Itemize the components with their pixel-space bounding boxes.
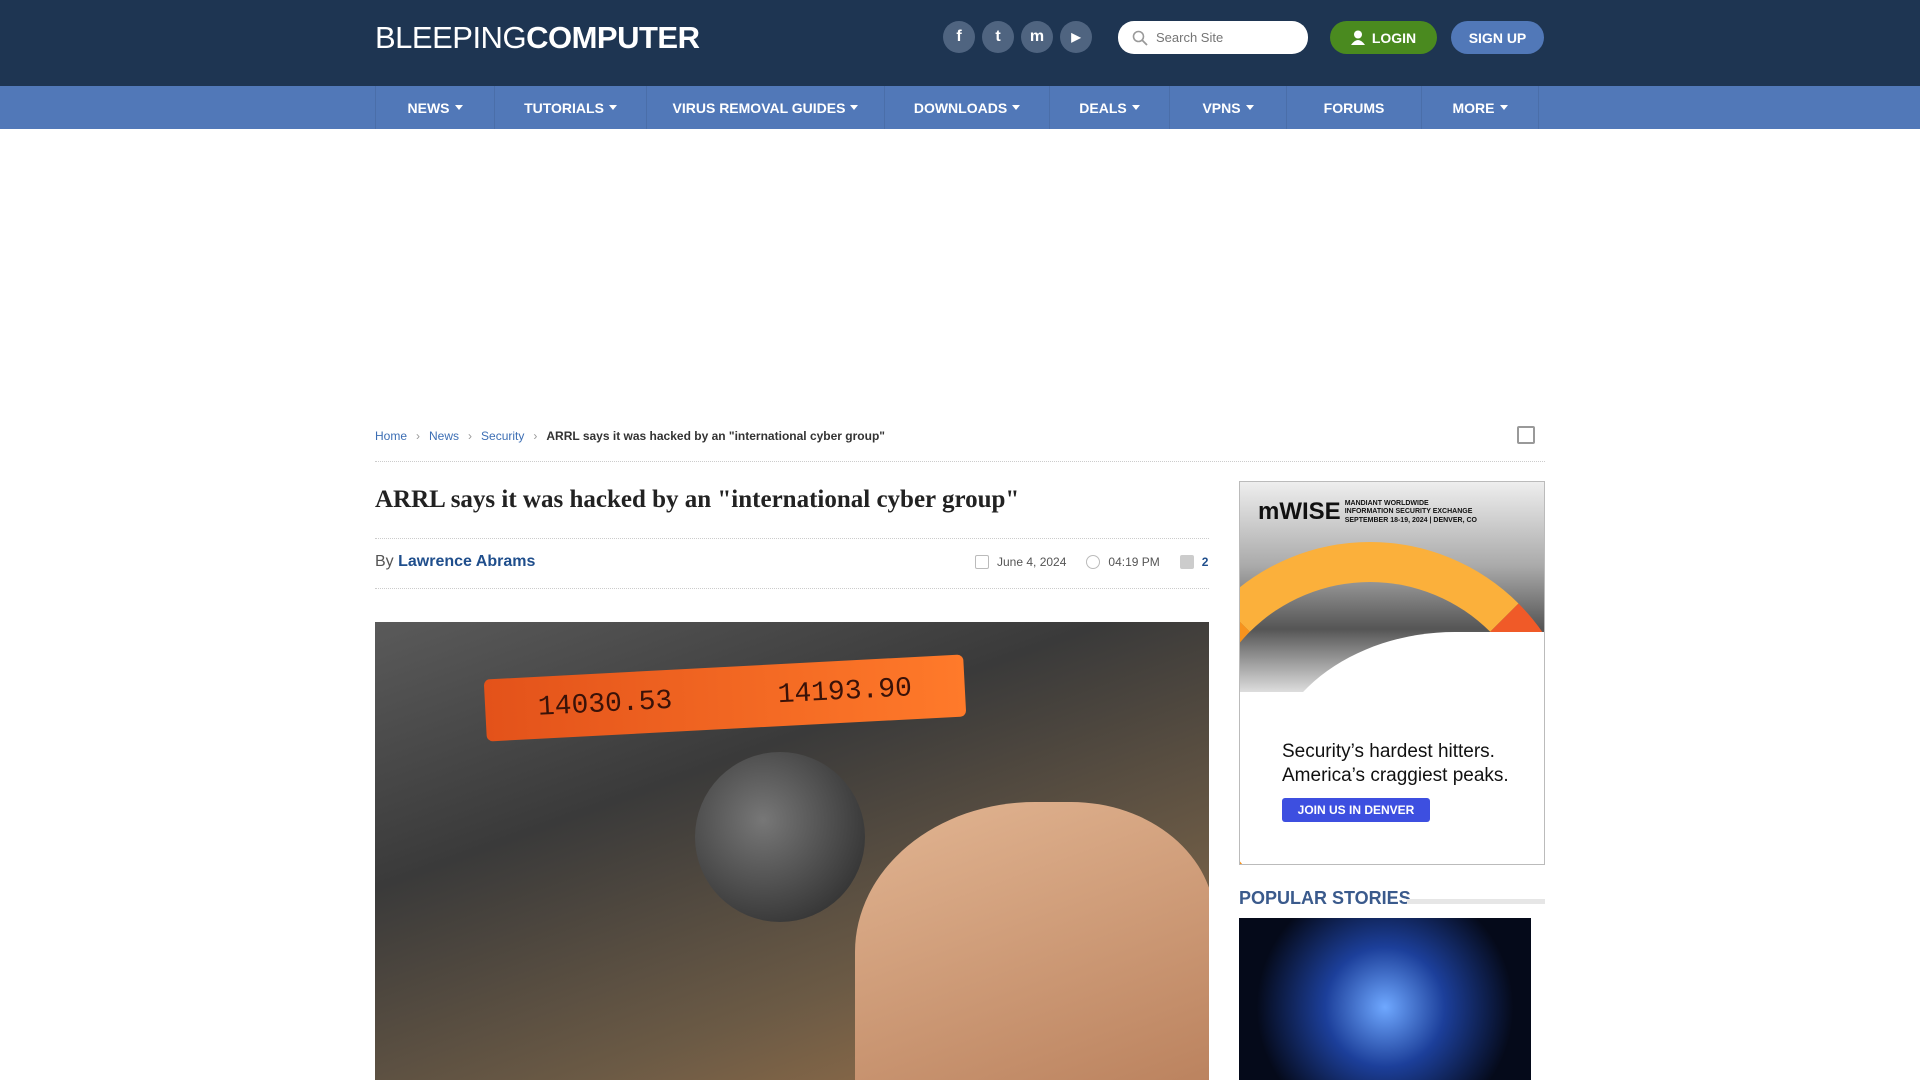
- byline: By Lawrence Abrams: [375, 553, 535, 571]
- breadcrumb-current: ARRL says it was hacked by an "internati…: [546, 429, 885, 443]
- by-label: By: [375, 553, 394, 570]
- nav-tutorials[interactable]: TUTORIALS: [494, 86, 646, 129]
- ad-brand: mWISE MANDIANT WORLDWIDE INFORMATION SECUR…: [1258, 498, 1477, 526]
- nav-label: VPNS: [1202, 99, 1241, 116]
- divider: [375, 461, 1545, 462]
- article-time: 04:19 PM: [1108, 555, 1160, 569]
- breadcrumb-home[interactable]: Home: [375, 429, 407, 443]
- main-nav: NEWS TUTORIALS VIRUS REMOVAL GUIDES DOWN…: [0, 86, 1920, 129]
- chevron-right-icon: ›: [533, 429, 538, 443]
- search-icon: [1132, 30, 1148, 46]
- divider: [375, 538, 1209, 539]
- comment-count[interactable]: 2: [1202, 555, 1209, 569]
- nav-label: DOWNLOADS: [913, 99, 1008, 116]
- display-frequency-a: 14030.53: [537, 685, 674, 724]
- heading-rule: [1407, 899, 1545, 904]
- breadcrumb-news[interactable]: News: [429, 429, 459, 443]
- nav-news[interactable]: NEWS: [375, 86, 494, 129]
- twitter-icon[interactable]: t: [982, 21, 1014, 53]
- youtube-icon[interactable]: ▶: [1060, 21, 1092, 53]
- nav-label: NEWS: [407, 99, 450, 116]
- nav-label: DEALS: [1079, 99, 1127, 116]
- nav-more[interactable]: MORE: [1421, 86, 1539, 129]
- login-button[interactable]: LOGIN: [1330, 21, 1437, 54]
- user-icon: [1350, 30, 1365, 45]
- tuning-knob: [695, 752, 865, 922]
- author-link[interactable]: Lawrence Abrams: [398, 553, 535, 570]
- signup-button[interactable]: SIGN UP: [1451, 21, 1544, 54]
- nav-downloads[interactable]: DOWNLOADS: [884, 86, 1049, 129]
- ad-brand-name: mWISE: [1258, 498, 1341, 525]
- ad-copy: Security’s hardest hitters. America’s cra…: [1282, 740, 1509, 788]
- ad-brand-sub: MANDIANT WORLDWIDE: [1344, 500, 1429, 508]
- ad-brand-sub: SEPTEMBER 18-19, 2024 | DENVER, CO: [1344, 516, 1477, 524]
- popular-story-image[interactable]: [1239, 918, 1531, 1080]
- nav-vpns[interactable]: VPNS: [1169, 86, 1286, 129]
- breadcrumb: Home › News › Security › ARRL says it was h…: [375, 429, 885, 443]
- search-input[interactable]: [1156, 30, 1296, 45]
- site-logo[interactable]: BLEEPINGCOMPUTER: [375, 20, 700, 56]
- chevron-right-icon: ›: [468, 429, 473, 443]
- facebook-icon[interactable]: f: [943, 21, 975, 53]
- popular-stories-heading: POPULAR STORIES: [1239, 888, 1411, 908]
- login-label: LOGIN: [1371, 29, 1417, 46]
- article-meta: June 4, 2024 04:19 PM 2: [975, 555, 1208, 569]
- ad-brand-sub: INFORMATION SECURITY EXCHANGE: [1344, 508, 1473, 516]
- ad-line: America’s craggiest peaks.: [1282, 764, 1509, 786]
- sidebar-ad[interactable]: mWISE MANDIANT WORLDWIDE INFORMATION SECUR…: [1239, 481, 1545, 865]
- nav-forums[interactable]: FORUMS: [1286, 86, 1421, 129]
- caret-down-icon: [1131, 105, 1140, 110]
- article-date: June 4, 2024: [997, 555, 1067, 569]
- caret-down-icon: [608, 105, 617, 110]
- nav-label: VIRUS REMOVAL GUIDES: [672, 99, 846, 116]
- ad-cta-button[interactable]: JOIN US IN DENVER: [1282, 798, 1430, 822]
- caret-down-icon: [1499, 105, 1508, 110]
- caret-down-icon: [454, 105, 463, 110]
- chevron-right-icon: ›: [416, 429, 421, 443]
- article-hero-image: 14030.53 14193.90: [375, 622, 1209, 1080]
- site-header: BLEEPINGCOMPUTER f t m ▶ LOGIN SIGN UP: [0, 0, 1920, 86]
- hand: [855, 802, 1209, 1080]
- caret-down-icon: [850, 105, 859, 110]
- mastodon-icon[interactable]: m: [1021, 21, 1053, 53]
- ad-line: Security’s hardest hitters.: [1282, 741, 1495, 762]
- article-title: ARRL says it was hacked by an "internati…: [375, 486, 1020, 513]
- nav-label: TUTORIALS: [524, 99, 604, 116]
- search-box: [1118, 21, 1308, 54]
- print-icon[interactable]: [1517, 426, 1535, 444]
- breadcrumb-security[interactable]: Security: [481, 429, 524, 443]
- nav-label: FORUMS: [1323, 99, 1385, 116]
- calendar-icon: [975, 555, 989, 569]
- nav-virus-removal-guides[interactable]: VIRUS REMOVAL GUIDES: [646, 86, 884, 129]
- logo-bold: COMPUTER: [526, 20, 700, 55]
- caret-down-icon: [1245, 105, 1254, 110]
- clock-icon: [1086, 555, 1101, 569]
- nav-label: MORE: [1452, 99, 1495, 116]
- divider: [375, 588, 1209, 589]
- caret-down-icon: [1012, 105, 1021, 110]
- display-frequency-b: 14193.90: [776, 672, 913, 711]
- radio-display: 14030.53 14193.90: [483, 654, 967, 742]
- nav-deals[interactable]: DEALS: [1049, 86, 1169, 129]
- logo-light: BLEEPING: [375, 20, 527, 55]
- comment-icon[interactable]: [1179, 555, 1194, 569]
